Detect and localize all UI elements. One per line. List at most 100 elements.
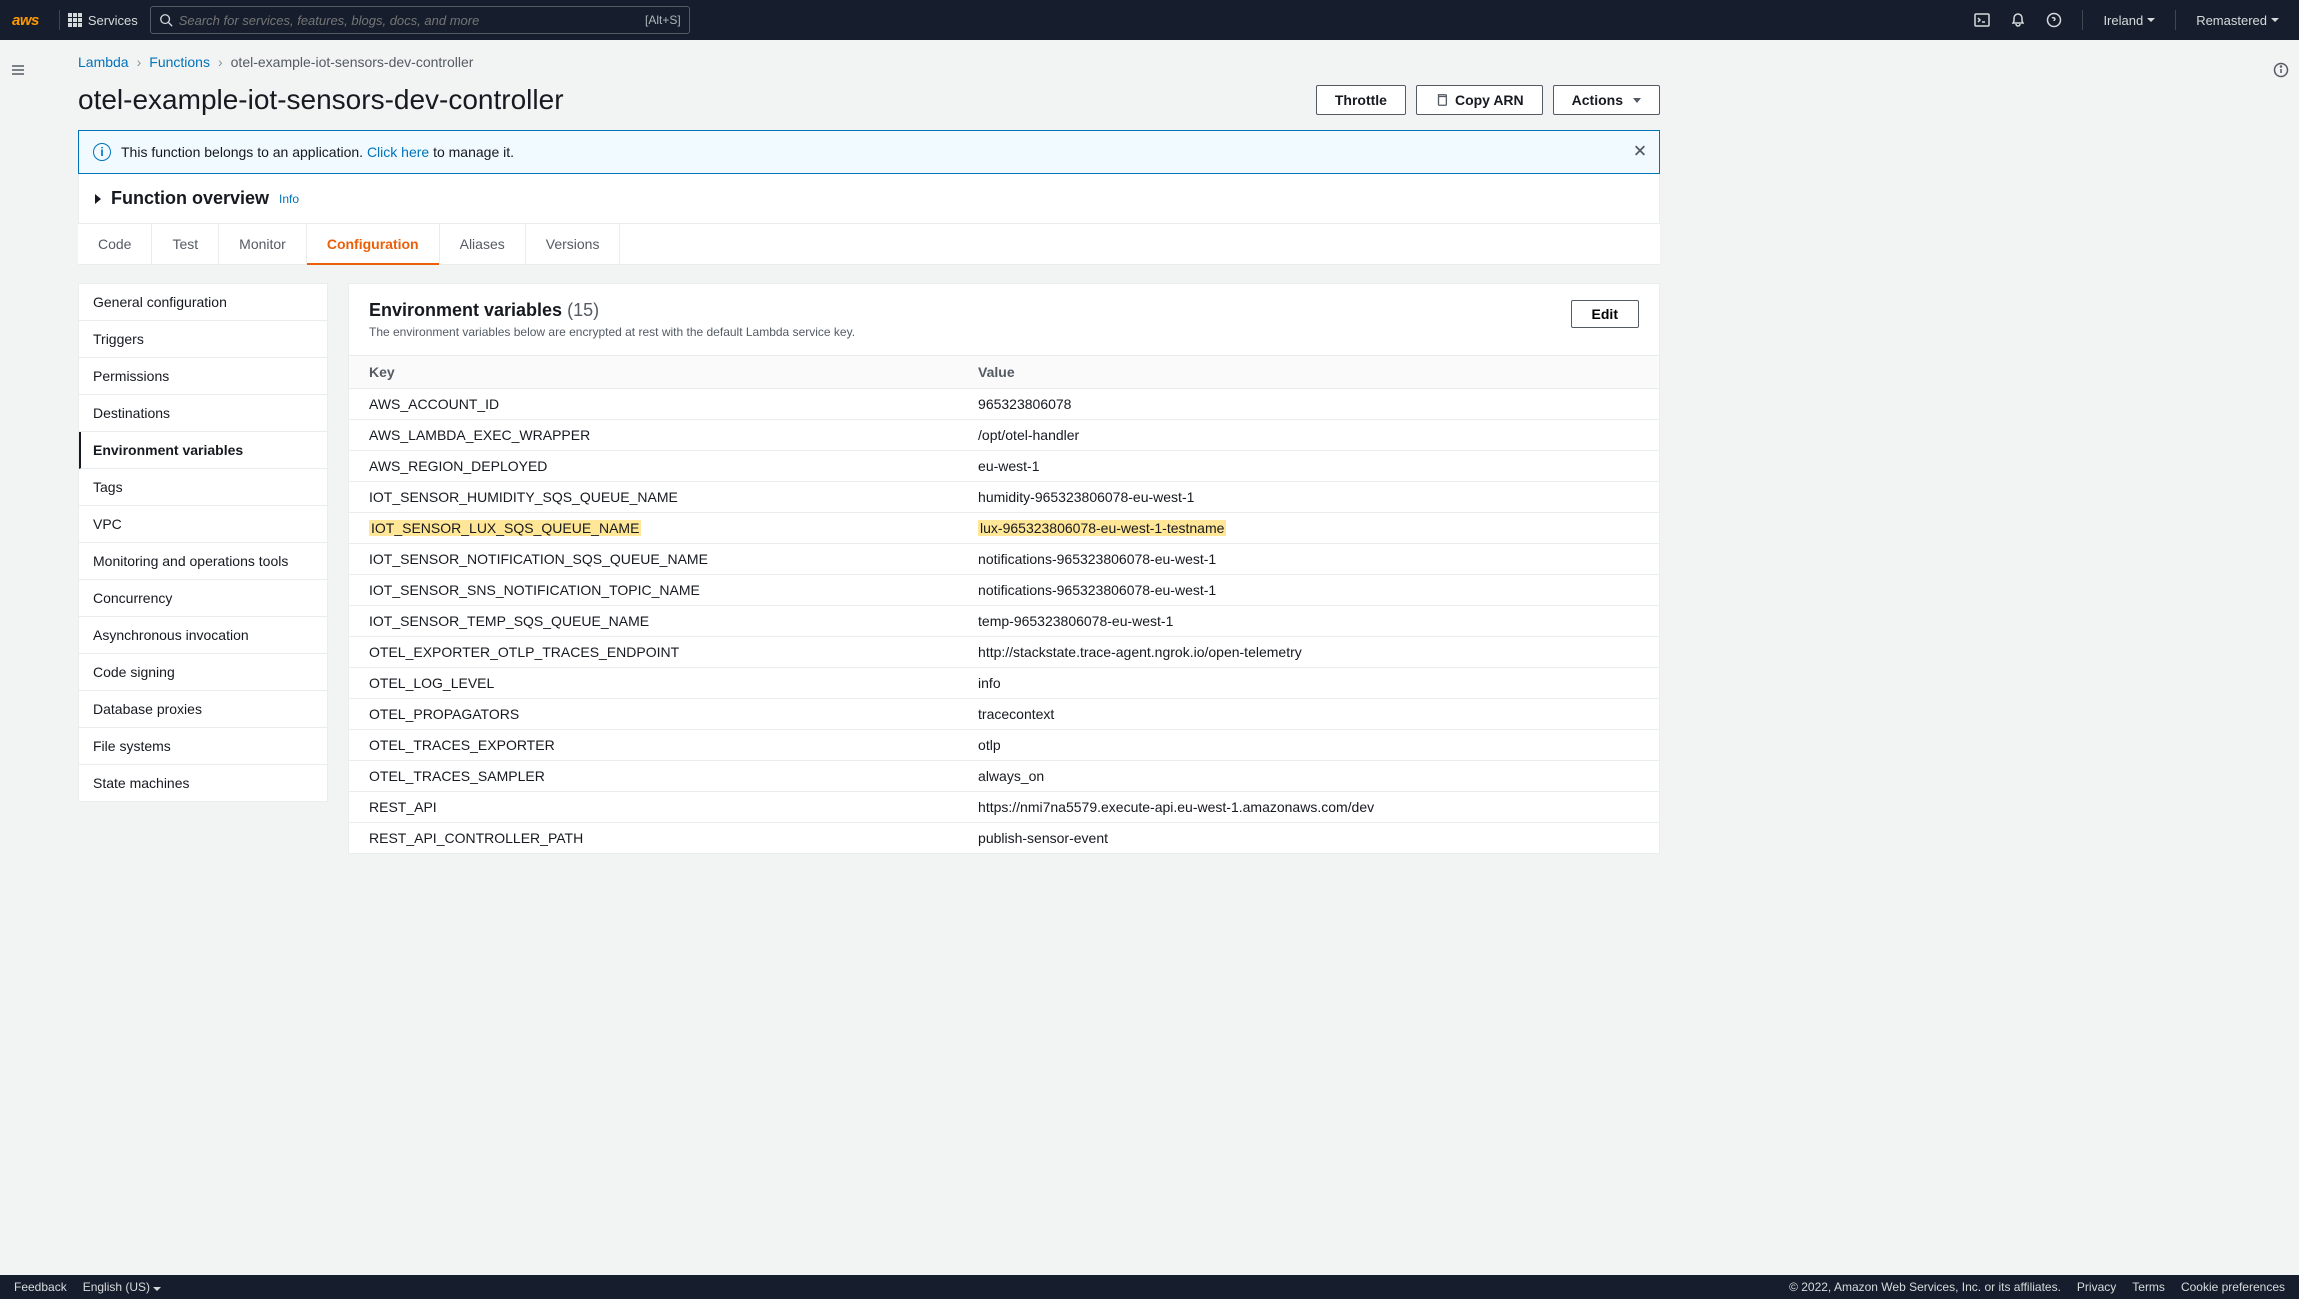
banner-text: This function belongs to an application.… [121, 144, 514, 160]
envvar-value: /opt/otel-handler [958, 420, 1659, 451]
envvar-key: OTEL_PROPAGATORS [349, 699, 958, 730]
tab-aliases[interactable]: Aliases [440, 224, 526, 264]
envvar-key: IOT_SENSOR_TEMP_SQS_QUEUE_NAME [349, 606, 958, 637]
envvars-panel: Environment variables (15) The environme… [348, 283, 1660, 854]
envvar-value: http://stackstate.trace-agent.ngrok.io/o… [958, 637, 1659, 668]
sidebar-item-environment-variables[interactable]: Environment variables [79, 432, 327, 469]
edit-button[interactable]: Edit [1571, 300, 1639, 328]
envvar-key: AWS_ACCOUNT_ID [349, 389, 958, 420]
envvar-key: IOT_SENSOR_HUMIDITY_SQS_QUEUE_NAME [349, 482, 958, 513]
table-row: OTEL_LOG_LEVELinfo [349, 668, 1659, 699]
terms-link[interactable]: Terms [2132, 1280, 2165, 1294]
envvar-value: lux-965323806078-eu-west-1-testname [958, 513, 1659, 544]
envvar-value: eu-west-1 [958, 451, 1659, 482]
cookie-preferences-link[interactable]: Cookie preferences [2181, 1280, 2285, 1294]
aws-logo[interactable]: aws [12, 12, 39, 29]
sidebar-item-permissions[interactable]: Permissions [79, 358, 327, 395]
table-row: REST_API_CONTROLLER_PATHpublish-sensor-e… [349, 823, 1659, 854]
envvar-value: publish-sensor-event [958, 823, 1659, 854]
envvar-key: OTEL_LOG_LEVEL [349, 668, 958, 699]
function-tabs: CodeTestMonitorConfigurationAliasesVersi… [78, 224, 1660, 265]
column-key[interactable]: Key [349, 356, 958, 389]
envvar-key: IOT_SENSOR_NOTIFICATION_SQS_QUEUE_NAME [349, 544, 958, 575]
feedback-link[interactable]: Feedback [14, 1280, 67, 1294]
column-value[interactable]: Value [958, 356, 1659, 389]
envvar-key: IOT_SENSOR_LUX_SQS_QUEUE_NAME [349, 513, 958, 544]
table-row: OTEL_TRACES_SAMPLERalways_on [349, 761, 1659, 792]
envvars-description: The environment variables below are encr… [369, 325, 855, 339]
privacy-link[interactable]: Privacy [2077, 1280, 2116, 1294]
envvar-value: notifications-965323806078-eu-west-1 [958, 544, 1659, 575]
breadcrumb: Lambda › Functions › otel-example-iot-se… [78, 54, 1660, 70]
caret-down-icon [1633, 98, 1641, 103]
table-row: OTEL_EXPORTER_OTLP_TRACES_ENDPOINThttp:/… [349, 637, 1659, 668]
throttle-button[interactable]: Throttle [1316, 85, 1406, 115]
envvar-key: AWS_LAMBDA_EXEC_WRAPPER [349, 420, 958, 451]
table-row: AWS_REGION_DEPLOYEDeu-west-1 [349, 451, 1659, 482]
sidebar-item-asynchronous-invocation[interactable]: Asynchronous invocation [79, 617, 327, 654]
sidebar-item-general-configuration[interactable]: General configuration [79, 284, 327, 321]
global-search[interactable]: [Alt+S] [150, 6, 690, 34]
table-row: OTEL_PROPAGATORStracecontext [349, 699, 1659, 730]
copy-icon [1435, 93, 1449, 107]
sidebar-item-triggers[interactable]: Triggers [79, 321, 327, 358]
envvar-value: 965323806078 [958, 389, 1659, 420]
envvar-value: humidity-965323806078-eu-west-1 [958, 482, 1659, 513]
sidebar-item-tags[interactable]: Tags [79, 469, 327, 506]
banner-close-button[interactable] [1633, 144, 1647, 161]
envvar-key: AWS_REGION_DEPLOYED [349, 451, 958, 482]
table-row: AWS_ACCOUNT_ID965323806078 [349, 389, 1659, 420]
sidebar-item-concurrency[interactable]: Concurrency [79, 580, 327, 617]
envvar-value: otlp [958, 730, 1659, 761]
overview-info-link[interactable]: Info [279, 192, 299, 206]
caret-down-icon [2271, 18, 2279, 22]
envvar-value: temp-965323806078-eu-west-1 [958, 606, 1659, 637]
cloudshell-icon[interactable] [1966, 4, 1998, 36]
services-button[interactable]: Services [68, 13, 138, 28]
envvar-key: REST_API_CONTROLLER_PATH [349, 823, 958, 854]
table-row: AWS_LAMBDA_EXEC_WRAPPER/opt/otel-handler [349, 420, 1659, 451]
envvar-value: always_on [958, 761, 1659, 792]
table-row: IOT_SENSOR_SNS_NOTIFICATION_TOPIC_NAMEno… [349, 575, 1659, 606]
footer: Feedback English (US) © 2022, Amazon Web… [0, 1275, 2299, 1299]
sidebar-item-vpc[interactable]: VPC [79, 506, 327, 543]
overview-disclosure[interactable] [95, 194, 101, 204]
divider [2175, 10, 2176, 30]
sidebar-item-monitoring-and-operations-tools[interactable]: Monitoring and operations tools [79, 543, 327, 580]
sidebar-item-state-machines[interactable]: State machines [79, 765, 327, 801]
caret-down-icon [2147, 18, 2155, 22]
sidebar-item-destinations[interactable]: Destinations [79, 395, 327, 432]
actions-dropdown[interactable]: Actions [1553, 85, 1660, 115]
search-input[interactable] [179, 13, 681, 28]
grid-icon [68, 13, 82, 27]
envvar-value: notifications-965323806078-eu-west-1 [958, 575, 1659, 606]
configuration-sidebar: General configurationTriggersPermissions… [78, 283, 328, 802]
sidebar-toggle[interactable] [0, 52, 36, 88]
banner-click-here-link[interactable]: Click here [367, 144, 429, 160]
envvar-value: tracecontext [958, 699, 1659, 730]
envvar-key: REST_API [349, 792, 958, 823]
tab-configuration[interactable]: Configuration [307, 224, 440, 264]
account-menu[interactable]: Remastered [2188, 13, 2287, 28]
tab-code[interactable]: Code [78, 224, 152, 264]
application-info-banner: i This function belongs to an applicatio… [78, 130, 1660, 174]
help-icon[interactable] [2038, 4, 2070, 36]
envvar-value: https://nmi7na5579.execute-api.eu-west-1… [958, 792, 1659, 823]
caret-down-icon [153, 1287, 161, 1291]
sidebar-item-code-signing[interactable]: Code signing [79, 654, 327, 691]
copy-arn-button[interactable]: Copy ARN [1416, 85, 1543, 115]
breadcrumb-lambda[interactable]: Lambda [78, 54, 129, 70]
envvar-key: OTEL_TRACES_EXPORTER [349, 730, 958, 761]
sidebar-item-file-systems[interactable]: File systems [79, 728, 327, 765]
tab-monitor[interactable]: Monitor [219, 224, 307, 264]
tab-test[interactable]: Test [152, 224, 219, 264]
breadcrumb-functions[interactable]: Functions [149, 54, 210, 70]
info-panel-toggle[interactable] [2263, 52, 2299, 88]
envvars-title: Environment variables (15) [369, 300, 599, 320]
language-selector[interactable]: English (US) [83, 1280, 162, 1294]
notifications-icon[interactable] [2002, 4, 2034, 36]
table-row: OTEL_TRACES_EXPORTERotlp [349, 730, 1659, 761]
tab-versions[interactable]: Versions [526, 224, 621, 264]
sidebar-item-database-proxies[interactable]: Database proxies [79, 691, 327, 728]
region-selector[interactable]: Ireland [2095, 13, 2163, 28]
